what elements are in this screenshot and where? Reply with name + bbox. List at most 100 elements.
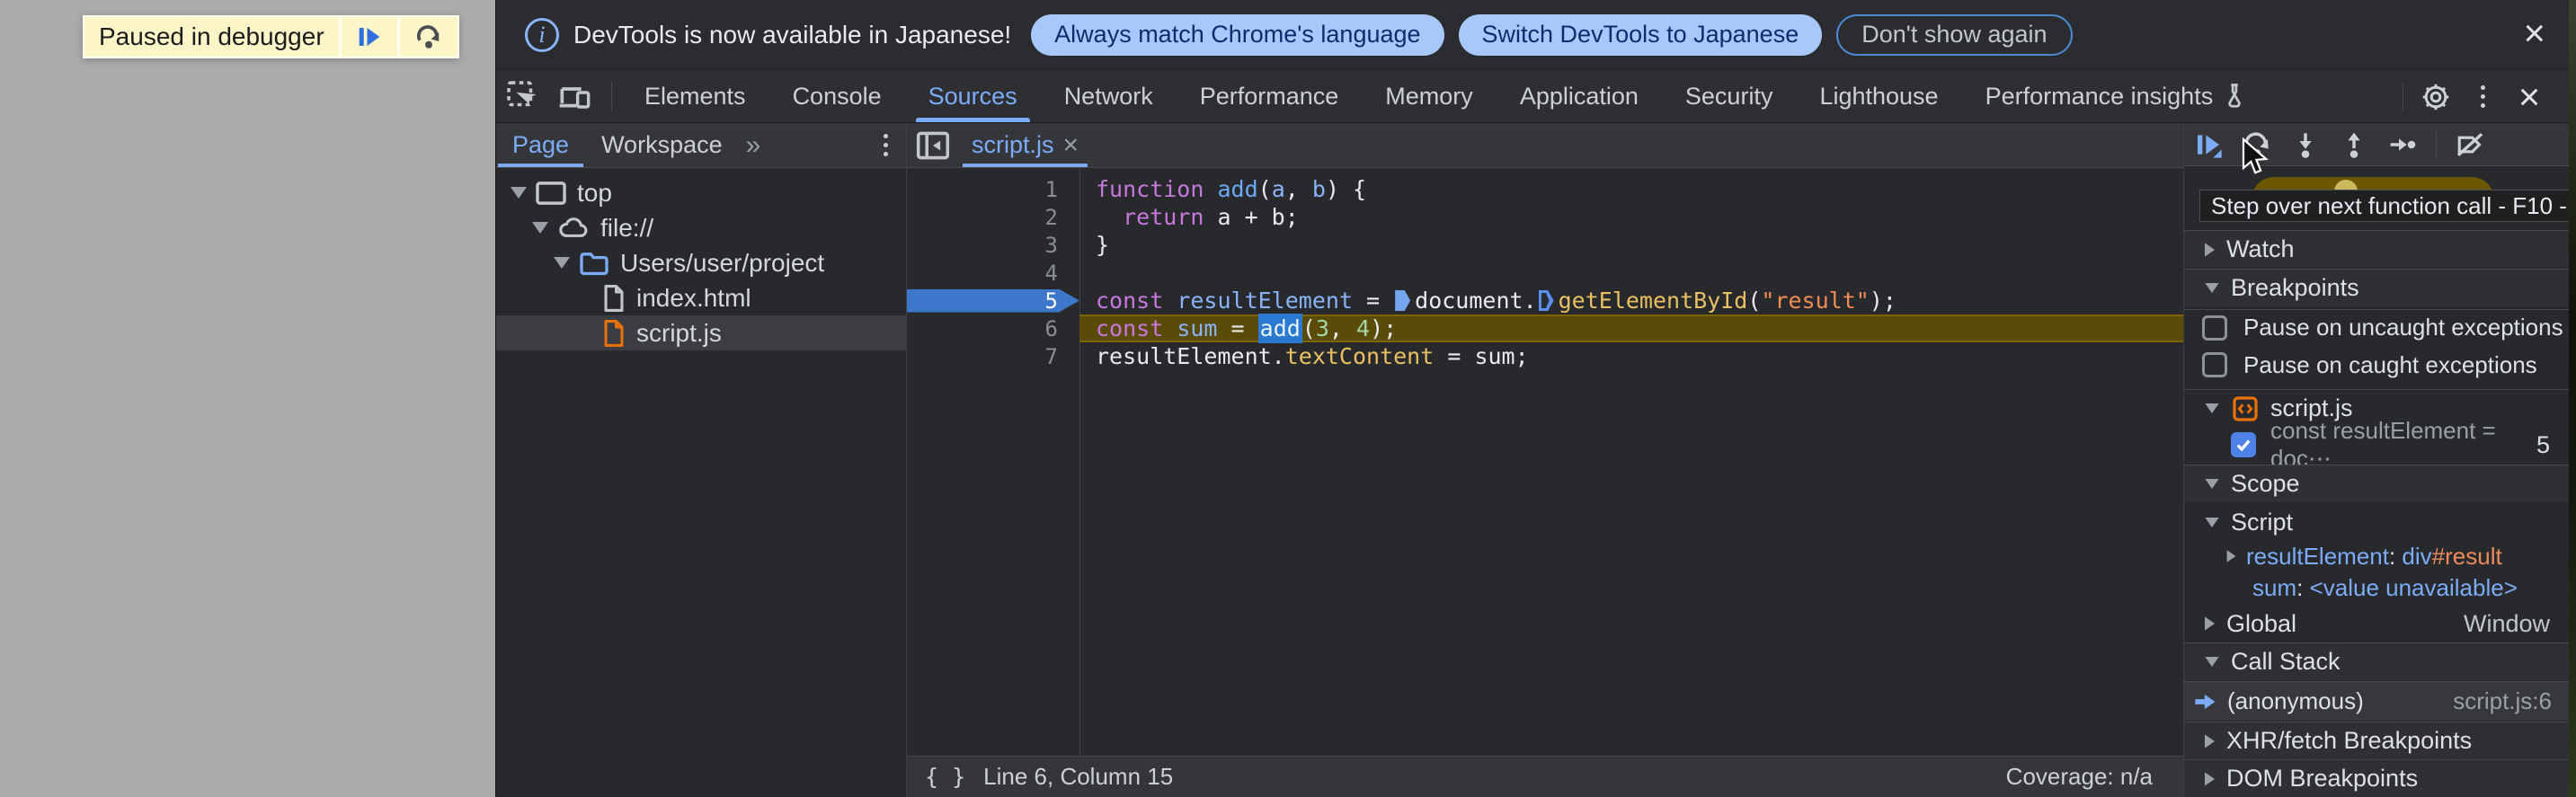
code-line[interactable]: 3}	[907, 231, 2183, 259]
expand-triangle-icon[interactable]	[532, 222, 548, 234]
pause-on-caught-row[interactable]: Pause on caught exceptions	[2184, 347, 2570, 383]
tab-performance-insights[interactable]: Performance insights	[1962, 70, 2271, 122]
tab-workspace[interactable]: Workspace	[585, 123, 739, 167]
section-call-stack[interactable]: Call Stack	[2184, 642, 2570, 680]
tab-elements[interactable]: Elements	[621, 70, 769, 122]
scope-script-group[interactable]: Script	[2184, 504, 2570, 540]
checkbox-unchecked[interactable]	[2202, 352, 2227, 377]
resume-script-execution-button[interactable]	[2184, 123, 2233, 166]
tab-security[interactable]: Security	[1662, 70, 1797, 122]
step-into-button[interactable]	[2281, 123, 2330, 166]
scope-var-result-element[interactable]: resultElement: div#result	[2184, 539, 2570, 573]
call-stack-frame-row[interactable]: (anonymous) script.js:6	[2184, 681, 2570, 721]
expanded-triangle-icon[interactable]	[2205, 517, 2219, 527]
checkbox-checked[interactable]	[2231, 432, 2256, 457]
tree-item-label: index.html	[636, 283, 751, 312]
dont-show-again-button[interactable]: Don't show again	[1836, 13, 2073, 56]
separator: :	[2388, 542, 2403, 570]
checkbox-label: Pause on caught exceptions	[2243, 350, 2537, 378]
cursor-position-label: Line 6, Column 15	[983, 763, 1174, 790]
collapsed-triangle-icon[interactable]	[2204, 733, 2216, 748]
variable-value: <value unavailable>	[2309, 573, 2518, 601]
expanded-triangle-icon[interactable]	[2205, 656, 2219, 668]
tab-network[interactable]: Network	[1041, 70, 1177, 122]
code-line-content: const sum = add(3, 4);	[1079, 314, 2183, 343]
code-line[interactable]: 1 function add(a, b) {	[907, 175, 2183, 203]
code-line-execution[interactable]: 6 const sum = add(3, 4);	[907, 314, 2183, 343]
line-number[interactable]: 7	[907, 344, 1079, 369]
section-xhr-breakpoints[interactable]: XHR/fetch Breakpoints	[2184, 722, 2570, 759]
inspect-element-button[interactable]	[496, 70, 548, 122]
breakpoint-entry-row[interactable]: const resultElement = doc⋯ 5	[2184, 417, 2570, 472]
always-match-language-button[interactable]: Always match Chrome's language	[1031, 13, 1444, 56]
editor-tab-script-js[interactable]: script.js ×	[959, 123, 1091, 167]
settings-gear-icon[interactable]	[2412, 81, 2459, 113]
line-number[interactable]: 6	[907, 316, 1079, 341]
tab-console[interactable]: Console	[769, 70, 905, 122]
collapsed-triangle-icon[interactable]	[2226, 550, 2236, 562]
resume-script-button[interactable]	[338, 17, 397, 57]
pretty-print-icon[interactable]: { }	[925, 764, 965, 790]
expand-triangle-icon[interactable]	[511, 187, 527, 199]
line-number[interactable]: 2	[907, 205, 1079, 230]
line-number[interactable]: 3	[907, 233, 1079, 258]
breakpoint-line-number: 5	[2536, 430, 2550, 458]
tab-page[interactable]: Page	[496, 123, 585, 167]
code-line[interactable]: 7 resultElement. textContent = sum;	[907, 342, 2183, 370]
expand-triangle-icon[interactable]	[554, 257, 570, 269]
code-line[interactable]: 2 return a + b;	[907, 203, 2183, 231]
devtools-tab-bar: Elements Console Sources Network Perform…	[496, 70, 2569, 123]
expanded-triangle-icon[interactable]	[2205, 282, 2219, 294]
tab-sources[interactable]: Sources	[905, 70, 1041, 122]
step-over-banner-button[interactable]	[396, 17, 457, 57]
tree-item-top[interactable]: top	[496, 175, 906, 210]
cloud-icon	[557, 217, 590, 240]
deactivate-breakpoints-button[interactable]	[2446, 123, 2494, 166]
code-line-with-breakpoint[interactable]: 5 const resultElement = document. getEleme…	[907, 287, 2183, 314]
tab-lighthouse[interactable]: Lighthouse	[1796, 70, 1961, 122]
pause-on-uncaught-row[interactable]: Pause on uncaught exceptions	[2184, 309, 2570, 345]
notification-close-icon[interactable]: ×	[2523, 14, 2545, 52]
scope-group-label: Global	[2226, 609, 2297, 637]
step-button[interactable]	[2378, 123, 2427, 166]
tab-memory[interactable]: Memory	[1362, 70, 1497, 122]
tree-item-script-js[interactable]: script.js	[496, 315, 906, 350]
tree-item-index-html[interactable]: index.html	[496, 280, 906, 315]
more-options-kebab-icon[interactable]	[2459, 80, 2506, 113]
tab-application[interactable]: Application	[1497, 70, 1662, 122]
sidebar-kebab-icon[interactable]	[878, 128, 893, 162]
section-watch[interactable]: Watch	[2184, 230, 2570, 268]
switch-to-japanese-button[interactable]: Switch DevTools to Japanese	[1458, 13, 1823, 56]
code-line[interactable]: 4	[907, 259, 2183, 287]
tree-item-folder[interactable]: Users/user/project	[496, 245, 906, 280]
device-toolbar-button[interactable]	[548, 70, 602, 122]
tree-item-file-scheme[interactable]: file://	[496, 210, 906, 245]
collapsed-triangle-icon[interactable]	[2204, 771, 2216, 786]
section-breakpoints[interactable]: Breakpoints	[2184, 269, 2570, 306]
code-line-content: const resultElement = document. getElemen…	[1096, 288, 1896, 314]
code-editor[interactable]: 1 function add(a, b) { 2 return a + b; 3}…	[907, 168, 2183, 756]
scope-global-group[interactable]: Global Window	[2184, 606, 2570, 642]
file-icon	[602, 284, 626, 313]
tab-performance[interactable]: Performance	[1177, 70, 1363, 122]
line-number[interactable]: 1	[907, 177, 1079, 202]
collapsed-triangle-icon[interactable]	[2204, 616, 2216, 631]
script-file-badge-icon	[2231, 394, 2260, 423]
collapsed-triangle-icon[interactable]	[2204, 242, 2216, 257]
section-scope[interactable]: Scope	[2184, 465, 2570, 502]
breakpoint-flag[interactable]: 5	[907, 288, 1079, 314]
devtools-close-icon[interactable]: ×	[2506, 77, 2553, 116]
expanded-triangle-icon[interactable]	[2205, 403, 2219, 414]
scope-var-sum[interactable]: sum: <value unavailable>	[2184, 571, 2570, 604]
frame-icon	[536, 181, 566, 206]
expanded-triangle-icon[interactable]	[2205, 478, 2219, 490]
step-out-button[interactable]	[2330, 123, 2378, 166]
line-number[interactable]: 4	[907, 261, 1079, 286]
paused-banner-label: Paused in debugger	[99, 22, 324, 50]
more-tabs-chevron[interactable]: »	[739, 130, 768, 161]
tooltip-text: Step over next function call - F10 - ⌘ '	[2211, 191, 2571, 219]
checkbox-unchecked[interactable]	[2202, 314, 2227, 341]
toggle-navigator-panel-icon[interactable]	[907, 130, 959, 161]
editor-tab-close-icon[interactable]: ×	[1063, 130, 1079, 161]
section-dom-breakpoints[interactable]: DOM Breakpoints	[2184, 759, 2570, 797]
